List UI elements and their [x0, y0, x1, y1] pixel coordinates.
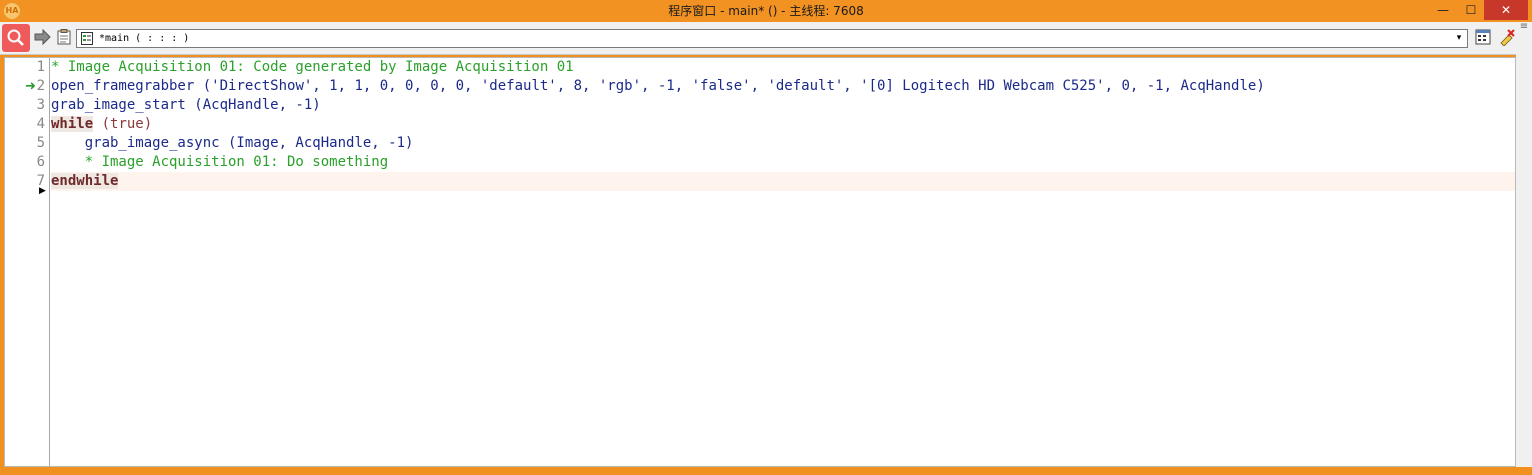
line-number: 5 [36, 135, 45, 151]
operator-args: (Image, AcqHandle, -1) [219, 135, 414, 151]
operator-args: ('DirectShow', 1, 1, 0, 0, 0, 0, 'defaul… [194, 78, 1265, 94]
code-line[interactable]: grab_image_start (AcqHandle, -1) [51, 96, 1515, 115]
comment-text: * Image Acquisition 01: Do something [51, 154, 389, 170]
code-line[interactable]: while (true) [51, 115, 1515, 134]
program-window: HA 程序窗口 - main* () - 主线程: 7608 — ☐ ✕ *ma… [0, 0, 1532, 475]
scrollbar-grip-icon[interactable]: ≡ [1519, 22, 1529, 32]
line-number: 6 [36, 154, 45, 170]
edit-procedure-icon [1475, 29, 1491, 45]
search-icon [7, 29, 24, 46]
minimize-button[interactable]: — [1428, 0, 1458, 20]
insert-cursor-icon[interactable]: ▶ [39, 186, 47, 196]
comment-text: * Image Acquisition 01: Code generated b… [51, 59, 574, 75]
procedure-select[interactable]: *main ( : : : ) ▾ [76, 29, 1468, 48]
line-number: 3 [36, 97, 45, 113]
vertical-scrollbar[interactable]: ≡ [1516, 22, 1532, 470]
code-editor[interactable]: 1 2 3 4 5 6 7 ➜ ▶ * Image Acquisition 01… [4, 57, 1516, 467]
delete-procedure-button[interactable] [1496, 26, 1518, 48]
title-bar[interactable]: HA 程序窗口 - main* () - 主线程: 7608 — ☐ ✕ [0, 0, 1532, 22]
operator-args: (AcqHandle, -1) [185, 97, 321, 113]
code-line[interactable]: * Image Acquisition 01: Do something [51, 153, 1515, 172]
clipboard-icon [57, 29, 71, 45]
window-bottom-border [0, 467, 1532, 475]
operator-name: open_framegrabber [51, 78, 195, 94]
code-area[interactable]: * Image Acquisition 01: Code generated b… [51, 58, 1515, 466]
keyword: while [51, 116, 94, 132]
operator-name: grab_image_start [51, 97, 186, 113]
program-counter-arrow-icon[interactable]: ➜ [25, 77, 37, 96]
keyword: endwhile [51, 173, 119, 189]
code-line-current[interactable]: endwhile [51, 172, 1515, 191]
edit-procedure-button[interactable] [1472, 26, 1494, 48]
code-line[interactable]: open_framegrabber ('DirectShow', 1, 1, 0… [51, 77, 1515, 96]
maximize-button[interactable]: ☐ [1456, 0, 1486, 20]
keyword-args: (true) [93, 116, 153, 132]
forward-arrow-icon [34, 28, 51, 46]
toolbar: *main ( : : : ) ▾ [0, 22, 1532, 55]
delete-procedure-icon [1500, 29, 1515, 46]
line-number-gutter[interactable]: 1 2 3 4 5 6 7 ➜ ▶ [5, 58, 50, 466]
procedure-icon [81, 32, 93, 45]
clipboard-button[interactable] [53, 26, 75, 48]
chevron-down-icon[interactable]: ▾ [1453, 32, 1465, 45]
line-number: 1 [36, 59, 45, 75]
window-title: 程序窗口 - main* () - 主线程: 7608 [668, 4, 864, 18]
close-button[interactable]: ✕ [1484, 0, 1528, 20]
procedure-select-value: *main ( : : : ) [99, 33, 190, 44]
line-number: 4 [36, 116, 45, 132]
code-line[interactable]: * Image Acquisition 01: Code generated b… [51, 58, 1515, 77]
forward-button[interactable] [31, 26, 53, 48]
search-button[interactable] [2, 24, 30, 52]
operator-name: grab_image_async [84, 135, 220, 151]
code-line[interactable]: grab_image_async (Image, AcqHandle, -1) [51, 134, 1515, 153]
